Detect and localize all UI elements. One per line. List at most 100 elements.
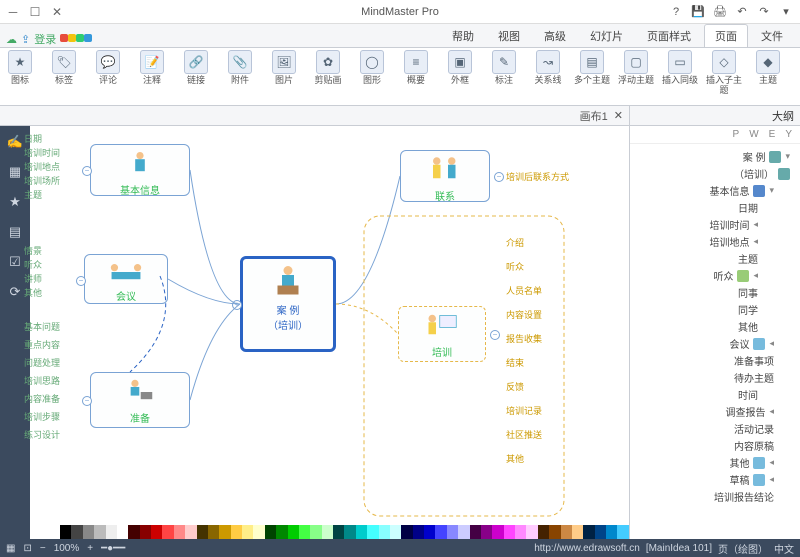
branch-label[interactable]: 人员名单 [506,284,542,297]
color-swatch[interactable] [322,525,333,539]
color-swatch[interactable] [481,525,492,539]
ribbon-注释[interactable]: 📝注释 [132,50,172,86]
mindmap-canvas[interactable]: 案 例 （培训） + 基本信息 − 会议 − 准备 − 联系 − [30,126,629,539]
menu-icon[interactable]: ▾ [778,4,794,20]
color-swatch[interactable] [447,525,458,539]
minimize-icon[interactable]: ─ [6,5,20,19]
tab-4[interactable]: 高级 [533,24,577,47]
tab-1[interactable]: 页面 [704,24,748,47]
outline-item[interactable]: 活动记录 [632,420,798,437]
outline-item[interactable]: 调查报告◂ [632,403,798,420]
branch-label[interactable]: 培训思路 [24,374,60,387]
chevron-icon[interactable]: ▾ [785,151,790,162]
save-icon[interactable]: 💾 [690,4,706,20]
outline-tab[interactable]: P [733,129,740,140]
branch-label[interactable]: 介绍 [506,236,524,249]
ribbon-标注[interactable]: ✎标注 [484,50,524,86]
outline-item[interactable]: 培训时间◂ [632,216,798,233]
redo-icon[interactable]: ↷ [756,4,772,20]
branch-label[interactable]: 内容设置 [506,308,542,321]
branch-label[interactable]: 报告收集 [506,332,542,345]
tab-5[interactable]: 视图 [487,24,531,47]
chevron-icon[interactable]: ◂ [753,236,758,247]
branch-label[interactable]: 听众 [506,260,524,273]
outline-tree[interactable]: 案 例▾（培训）基本信息▾日期培训时间◂培训地点◂主题听众◂同事同学其他会议◂准… [630,144,800,539]
ribbon-图标[interactable]: ★图标 [0,50,40,86]
color-swatch[interactable] [515,525,526,539]
node-training[interactable]: 培训 [398,306,486,362]
node-basic-info[interactable]: 基本信息 [90,144,190,196]
outline-item[interactable]: 准备事项 [632,352,798,369]
tab-0[interactable]: 文件 [750,24,794,47]
color-swatch[interactable] [435,525,446,539]
branch-label[interactable]: 基本问题 [24,320,60,333]
canvas-tab[interactable]: 画布1 [580,108,608,124]
outline-item[interactable]: 内容原稿 [632,437,798,454]
color-swatch[interactable] [356,525,367,539]
ribbon-链接[interactable]: 🔗链接 [176,50,216,86]
color-palette[interactable] [60,525,629,539]
ribbon-评论[interactable]: 💬评论 [88,50,128,86]
color-swatch[interactable] [561,525,572,539]
color-swatch[interactable] [162,525,173,539]
outline-item[interactable]: 听众◂ [632,267,798,284]
branch-label[interactable]: 培训地点 [24,160,60,173]
outline-tab[interactable]: Y [785,129,792,140]
chevron-icon[interactable]: ◂ [769,474,774,485]
branch-label[interactable]: 反馈 [506,380,524,393]
view-mode-icon[interactable]: ▦ [6,543,15,554]
outline-item[interactable]: 会议◂ [632,335,798,352]
outline-item[interactable]: 培训地点◂ [632,233,798,250]
ribbon-外框[interactable]: ▣外框 [440,50,480,86]
outline-item[interactable]: （培训） [632,165,798,182]
color-swatch[interactable] [379,525,390,539]
ribbon-概要[interactable]: ≡概要 [396,50,436,86]
outline-item[interactable]: 同事 [632,284,798,301]
color-swatch[interactable] [458,525,469,539]
outline-item[interactable]: 日期 [632,199,798,216]
outline-item[interactable]: 其他 [632,318,798,335]
branch-label[interactable]: 主题 [24,188,42,201]
icons-tool-icon[interactable]: ▦ [5,162,25,182]
ribbon-插入子主题[interactable]: ◇插入子主题 [704,50,744,96]
color-swatch[interactable] [253,525,264,539]
color-swatch[interactable] [151,525,162,539]
color-swatch[interactable] [526,525,537,539]
color-swatch[interactable] [117,525,128,539]
tab-6[interactable]: 帮助 [441,24,485,47]
chevron-icon[interactable]: ◂ [753,219,758,230]
center-node[interactable]: 案 例 （培训） [240,256,336,352]
ribbon-标签[interactable]: 🏷标签 [44,50,84,86]
ribbon-多个主题[interactable]: ▤多个主题 [572,50,612,86]
undo-icon[interactable]: ↶ [734,4,750,20]
color-swatch[interactable] [265,525,276,539]
ribbon-附件[interactable]: 📎附件 [220,50,260,86]
color-swatch[interactable] [83,525,94,539]
chevron-icon[interactable]: ◂ [769,338,774,349]
color-swatch[interactable] [504,525,515,539]
expand-toggle[interactable]: + [232,300,242,310]
chevron-icon[interactable]: ◂ [769,457,774,468]
branch-label[interactable]: 培训后联系方式 [506,170,569,183]
outline-item[interactable]: 基本信息▾ [632,182,798,199]
branch-label[interactable]: 日期 [24,132,42,145]
color-swatch[interactable] [185,525,196,539]
outline-item[interactable]: 培训报告结论 [632,488,798,505]
branch-label[interactable]: 培训场所 [24,174,60,187]
color-swatch[interactable] [470,525,481,539]
node-prepare[interactable]: 准备 [90,372,190,428]
ribbon-插入同级[interactable]: ▭插入同级 [660,50,700,86]
color-swatch[interactable] [106,525,117,539]
ribbon-关系线[interactable]: ↝关系线 [528,50,568,86]
outline-item[interactable]: 时间 [632,386,798,403]
branch-label[interactable]: 培训时间 [24,146,60,159]
ribbon-主题[interactable]: ◆主题 [748,50,788,86]
print-icon[interactable]: 🖨 [712,4,728,20]
help-icon[interactable]: ? [668,4,684,20]
close-tab-icon[interactable]: ✕ [614,109,623,122]
ribbon-图形[interactable]: ◯图形 [352,50,392,86]
color-swatch[interactable] [401,525,412,539]
color-swatch[interactable] [71,525,82,539]
color-swatch[interactable] [128,525,139,539]
color-swatch[interactable] [197,525,208,539]
